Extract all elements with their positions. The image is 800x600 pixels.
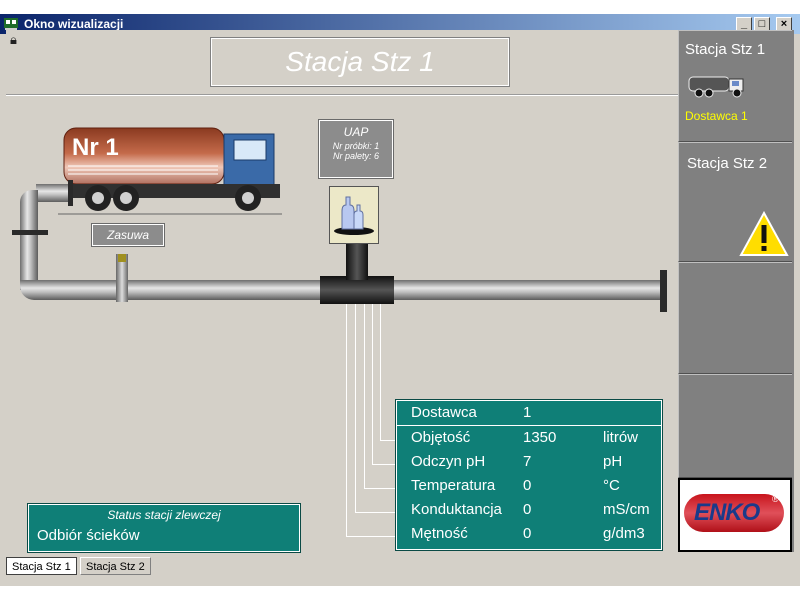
measurement-panel: Dostawca 1 Objętość 1350 litrów Odczyn p… bbox=[395, 399, 663, 551]
row-value: 0 bbox=[523, 477, 532, 494]
status-title: Status stacji zlewczej bbox=[107, 508, 221, 522]
divider bbox=[6, 94, 678, 96]
row-label: Konduktancja bbox=[411, 501, 502, 518]
logo-text: ENKO bbox=[694, 499, 760, 526]
pipe bbox=[394, 280, 662, 300]
valve-indicator bbox=[118, 254, 126, 262]
pipe-flange bbox=[68, 180, 73, 206]
uap-sample-number: Nr próbki: 1 bbox=[332, 141, 380, 151]
row-label: Odczyn pH bbox=[411, 453, 486, 470]
row-unit: mS/cm bbox=[603, 501, 650, 518]
sensor-line bbox=[346, 536, 398, 537]
data-row-temperature: Temperatura 0 °C bbox=[397, 474, 661, 498]
tab-station-2[interactable]: Stacja Stz 2 bbox=[80, 557, 151, 575]
uap-pallet-number: Nr palety: 6 bbox=[332, 151, 380, 161]
maximize-button[interactable]: □ bbox=[754, 17, 770, 31]
window-title: Okno wizualizacji bbox=[24, 17, 124, 31]
sidebar-supplier: Dostawca 1 bbox=[685, 109, 748, 123]
tab-station-1[interactable]: Stacja Stz 1 bbox=[6, 557, 77, 575]
pipe bbox=[20, 190, 38, 290]
close-button[interactable]: × bbox=[776, 17, 792, 31]
uap-info: UAP Nr próbki: 1 Nr palety: 6 bbox=[318, 119, 394, 179]
sensor-line bbox=[346, 304, 347, 536]
sidebar-station-2-title: Stacja Stz 2 bbox=[687, 155, 768, 172]
logo-badge: ENKO ® bbox=[684, 494, 784, 532]
pipe bbox=[20, 280, 320, 300]
minimize-button[interactable]: _ bbox=[736, 17, 752, 31]
row-value: 0 bbox=[523, 525, 532, 542]
lock-icon[interactable]: 🔒︎ bbox=[10, 32, 17, 48]
row-value: 7 bbox=[523, 453, 532, 470]
main-panel: 🔒︎ Stacja Stz 1 Nr 1 Zasuwa UAP Nr próbk… bbox=[6, 30, 678, 553]
sidebar-slot bbox=[678, 374, 792, 478]
data-row-turbidity: Mętność 0 g/dm3 bbox=[397, 522, 661, 546]
sensor-line bbox=[372, 464, 398, 465]
station-title: Stacja Stz 1 bbox=[210, 37, 510, 87]
data-row-volume: Objętość 1350 litrów bbox=[397, 426, 661, 450]
valve-label: Zasuwa bbox=[91, 223, 165, 247]
row-label: Objętość bbox=[411, 429, 471, 446]
sidebar-station-1-title: Stacja Stz 1 bbox=[685, 41, 766, 58]
sampler-icon[interactable] bbox=[329, 186, 379, 244]
row-label: Temperatura bbox=[411, 477, 496, 494]
sensor-line bbox=[364, 304, 365, 488]
row-label: Dostawca bbox=[411, 404, 477, 421]
truck-label: Nr 1 bbox=[72, 134, 119, 161]
sensor-line bbox=[355, 512, 398, 513]
row-unit: litrów bbox=[603, 429, 639, 446]
data-row-ph: Odczyn pH 7 pH bbox=[397, 450, 661, 474]
row-label: Mętność bbox=[411, 525, 468, 542]
truck-icon bbox=[688, 76, 744, 98]
pipe-flange bbox=[12, 230, 48, 235]
status-value: Odbiór ścieków bbox=[37, 527, 140, 544]
data-row-supplier: Dostawca 1 bbox=[397, 401, 661, 425]
sensor-line bbox=[364, 488, 398, 489]
warning-icon bbox=[739, 211, 789, 256]
sensor-line bbox=[372, 304, 373, 464]
row-value: 0 bbox=[523, 501, 532, 518]
data-row-conductance: Konduktancja 0 mS/cm bbox=[397, 498, 661, 522]
pipe-junction bbox=[320, 276, 394, 304]
sidebar-station-1[interactable]: Stacja Stz 1 Dostawca 1 bbox=[678, 30, 792, 142]
uap-title: UAP bbox=[343, 125, 369, 139]
enko-logo: ENKO ® bbox=[678, 478, 792, 552]
row-unit: g/dm3 bbox=[603, 525, 645, 542]
sidebar-station-2[interactable]: Stacja Stz 2 bbox=[678, 142, 792, 262]
sidebar-slot bbox=[678, 262, 792, 374]
station-sidebar: Stacja Stz 1 Dostawca 1 Stacja Stz 2 ENK… bbox=[678, 30, 794, 552]
status-panel: Status stacji zlewczej Odbiór ścieków bbox=[27, 503, 301, 553]
sensor-line bbox=[355, 304, 356, 512]
pipe bbox=[36, 184, 72, 202]
pipe-flange bbox=[660, 270, 667, 312]
row-value: 1350 bbox=[523, 429, 557, 446]
logo-mark: ® bbox=[772, 494, 779, 504]
row-value: 1 bbox=[523, 404, 532, 421]
row-unit: pH bbox=[603, 453, 623, 470]
sensor-line bbox=[380, 304, 381, 440]
row-unit: °C bbox=[603, 477, 620, 494]
pipe bbox=[346, 244, 368, 280]
bottles-icon bbox=[334, 196, 374, 235]
tab-bar: Stacja Stz 1 Stacja Stz 2 bbox=[0, 555, 800, 577]
